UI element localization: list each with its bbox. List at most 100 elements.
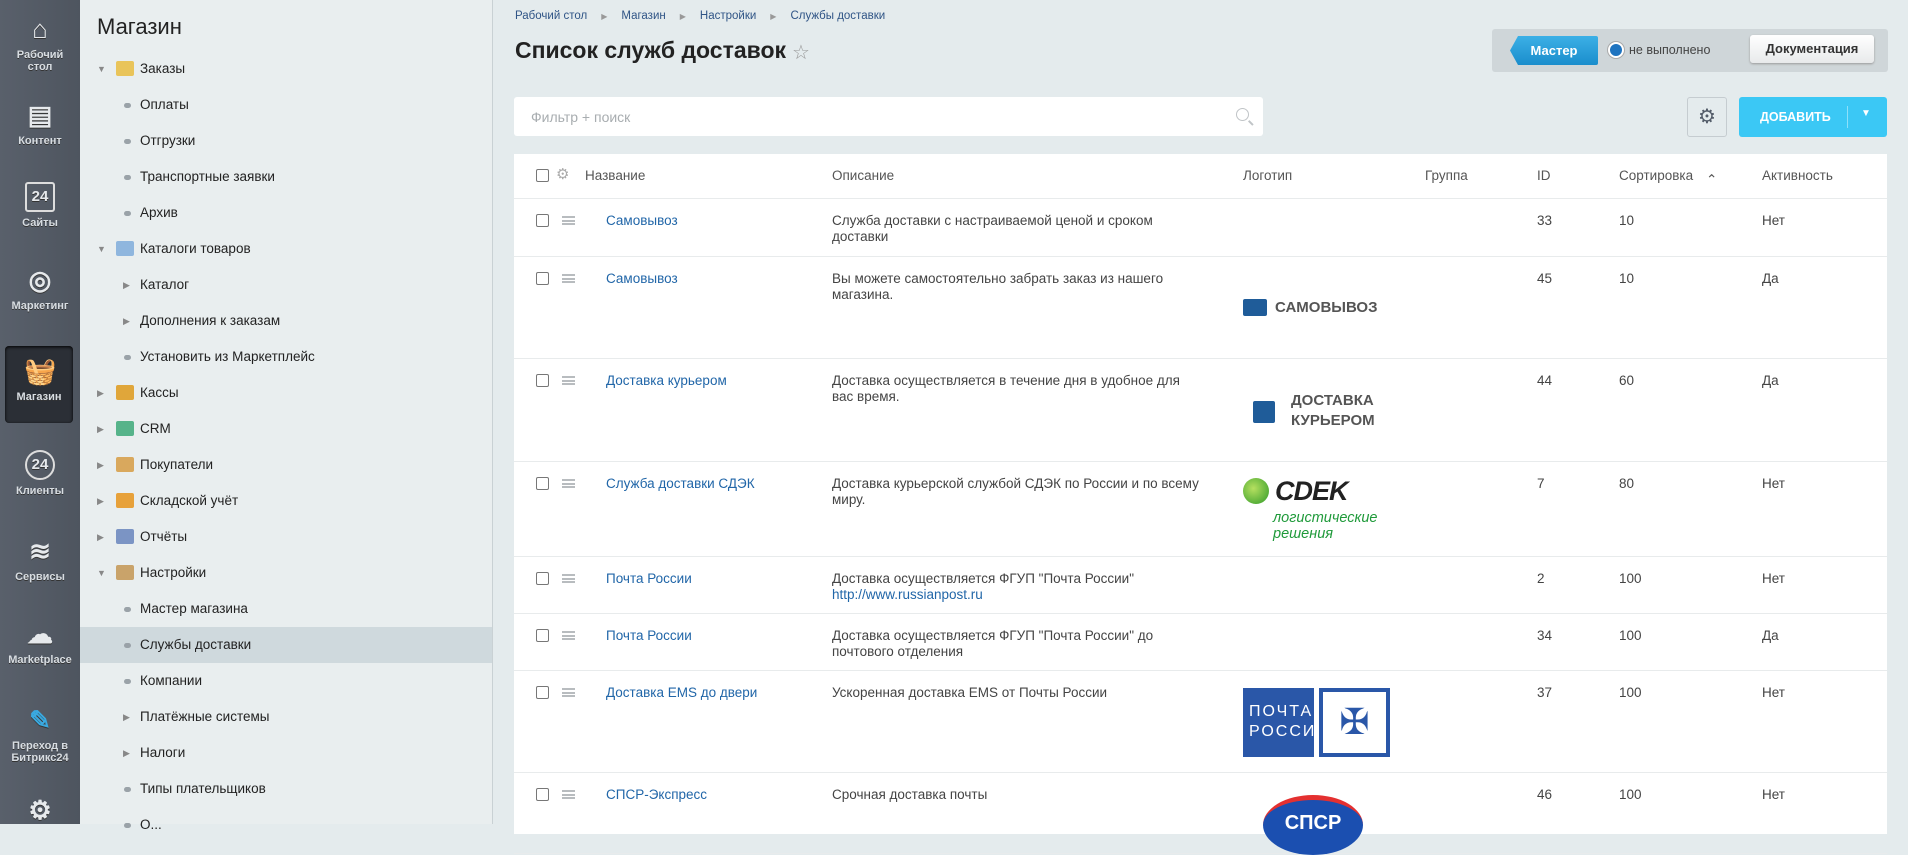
tree-item[interactable]: ▶ Покупатели: [80, 447, 492, 483]
expand-open-icon[interactable]: ▼: [97, 555, 106, 591]
row-checkbox[interactable]: [536, 214, 549, 227]
breadcrumb-item[interactable]: Службы доставки: [790, 10, 885, 22]
settings-button[interactable]: ⚙: [1687, 97, 1727, 137]
tree-item[interactable]: Установить из Маркетплейс: [80, 339, 492, 375]
drag-handle-icon[interactable]: [562, 574, 575, 583]
leftbar-item-7[interactable]: ☁ Marketplace: [0, 619, 80, 666]
bullet-icon: [124, 679, 131, 684]
expand-closed-icon[interactable]: ▶: [123, 267, 130, 303]
leftbar-item-0[interactable]: ⌂ Рабочий стол: [0, 14, 80, 73]
row-checkbox[interactable]: [536, 477, 549, 490]
favorite-star-icon[interactable]: ☆: [792, 40, 810, 65]
tree-item[interactable]: Отгрузки: [80, 123, 492, 159]
service-name-link[interactable]: Почта России: [606, 628, 692, 644]
column-header[interactable]: Группа: [1425, 168, 1468, 184]
expand-closed-icon[interactable]: ▶: [123, 303, 130, 339]
tree-item[interactable]: Компании: [80, 663, 492, 699]
tree-item[interactable]: Мастер магазина: [80, 591, 492, 627]
tree-item[interactable]: ▶ Отчёты: [80, 519, 492, 555]
tree-item[interactable]: Оплаты: [80, 87, 492, 123]
tree-item[interactable]: Транспортные заявки: [80, 159, 492, 195]
table-row[interactable]: Самовывоз Вы можете самостоятельно забрат…: [514, 257, 1887, 359]
table-row[interactable]: Почта России Доставка осуществляется ФГУП…: [514, 557, 1887, 614]
column-header[interactable]: ID: [1537, 168, 1551, 184]
service-name-link[interactable]: Служба доставки СДЭК: [606, 476, 755, 492]
row-checkbox[interactable]: [536, 272, 549, 285]
leftbar-item-8[interactable]: ✎ Переход в Битрикс24: [0, 705, 80, 764]
expand-open-icon[interactable]: ▼: [97, 51, 106, 87]
expand-closed-icon[interactable]: ▶: [97, 447, 104, 483]
breadcrumb-item[interactable]: Настройки: [700, 10, 756, 22]
column-header[interactable]: Сортировка: [1619, 168, 1693, 184]
column-header[interactable]: Активность: [1762, 168, 1833, 184]
chevron-down-icon[interactable]: ▼: [1861, 108, 1871, 119]
expand-open-icon[interactable]: ▼: [97, 231, 106, 267]
expand-closed-icon[interactable]: ▶: [97, 375, 104, 411]
leftbar-item-4[interactable]: 🧺 Магазин: [5, 346, 73, 423]
tree-item[interactable]: Архив: [80, 195, 492, 231]
service-name-link[interactable]: Почта России: [606, 571, 692, 587]
tree-item[interactable]: Типы плательщиков: [80, 771, 492, 807]
search-icon[interactable]: [1236, 108, 1249, 121]
tree-item[interactable]: Службы доставки: [80, 627, 492, 663]
drag-handle-icon[interactable]: [562, 274, 575, 283]
row-checkbox[interactable]: [536, 788, 549, 801]
drag-handle-icon[interactable]: [562, 790, 575, 799]
tree-item[interactable]: ▶ Платёжные системы: [80, 699, 492, 735]
leftbar-item-6[interactable]: ≋ Сервисы: [0, 536, 80, 583]
breadcrumb-item[interactable]: Рабочий стол: [515, 10, 587, 22]
leftbar-item-3[interactable]: ◎ Маркетинг: [0, 265, 80, 312]
drag-handle-icon[interactable]: [562, 376, 575, 385]
drag-handle-icon[interactable]: [562, 479, 575, 488]
row-checkbox[interactable]: [536, 374, 549, 387]
tree-item[interactable]: О...: [80, 807, 492, 843]
table-row[interactable]: Самовывоз Служба доставки с настраиваемой…: [514, 199, 1887, 257]
expand-closed-icon[interactable]: ▶: [97, 411, 104, 447]
select-all-checkbox[interactable]: [536, 169, 549, 182]
tree-item[interactable]: ▶ CRM: [80, 411, 492, 447]
drag-handle-icon[interactable]: [562, 631, 575, 640]
tree-item[interactable]: ▼ Заказы: [80, 51, 492, 87]
breadcrumb-item[interactable]: Магазин: [621, 10, 665, 22]
filter-search-input[interactable]: [514, 97, 1194, 136]
leftbar-item-2[interactable]: 24 Сайты: [0, 182, 80, 229]
row-checkbox[interactable]: [536, 572, 549, 585]
leftbar-item-9[interactable]: ⚙: [0, 795, 80, 830]
tree-item[interactable]: ▼ Настройки: [80, 555, 492, 591]
tree-item[interactable]: ▶ Дополнения к заказам: [80, 303, 492, 339]
expand-closed-icon[interactable]: ▶: [97, 519, 104, 555]
table-row[interactable]: СПСР-Экспресс Срочная доставка почты 46 100…: [514, 773, 1887, 855]
add-button[interactable]: ДОБАВИТЬ ▼: [1739, 97, 1887, 137]
drag-handle-icon[interactable]: [562, 216, 575, 225]
column-header[interactable]: Описание: [832, 168, 894, 184]
expand-closed-icon[interactable]: ▶: [123, 699, 130, 735]
column-settings-gear-icon[interactable]: ⚙: [556, 165, 569, 183]
drag-handle-icon[interactable]: [562, 688, 575, 697]
row-checkbox[interactable]: [536, 686, 549, 699]
description-link[interactable]: http://www.russianpost.ru: [832, 587, 983, 602]
master-button[interactable]: Мастер: [1510, 36, 1598, 65]
service-name-link[interactable]: СПСР-Экспресс: [606, 787, 707, 803]
table-row[interactable]: Почта России Доставка осуществляется ФГУП…: [514, 614, 1887, 671]
leftbar-item-5[interactable]: 24 Клиенты: [0, 450, 80, 497]
service-name-link[interactable]: Самовывоз: [606, 213, 678, 229]
leftbar-item-1[interactable]: ▤ Контент: [0, 100, 80, 147]
expand-closed-icon[interactable]: ▶: [97, 483, 104, 519]
expand-closed-icon[interactable]: ▶: [123, 735, 130, 771]
tree-item[interactable]: ▶ Кассы: [80, 375, 492, 411]
service-name-link[interactable]: Доставка курьером: [606, 373, 727, 389]
tree-item[interactable]: ▶ Каталог: [80, 267, 492, 303]
row-checkbox[interactable]: [536, 629, 549, 642]
tree-item-label: CRM: [140, 421, 171, 436]
service-name-link[interactable]: Самовывоз: [606, 271, 678, 287]
column-header[interactable]: Логотип: [1243, 168, 1292, 184]
tree-item[interactable]: ▼ Каталоги товаров: [80, 231, 492, 267]
table-row[interactable]: Служба доставки СДЭК Доставка курьерской …: [514, 462, 1887, 557]
table-row[interactable]: Доставка курьером Доставка осуществляется…: [514, 359, 1887, 462]
table-row[interactable]: Доставка EMS до двери Ускоренная доставка…: [514, 671, 1887, 773]
tree-item[interactable]: ▶ Складской учёт: [80, 483, 492, 519]
column-header[interactable]: Название: [585, 168, 645, 184]
documentation-button[interactable]: Документация: [1750, 35, 1874, 63]
service-name-link[interactable]: Доставка EMS до двери: [606, 685, 757, 701]
tree-item[interactable]: ▶ Налоги: [80, 735, 492, 771]
